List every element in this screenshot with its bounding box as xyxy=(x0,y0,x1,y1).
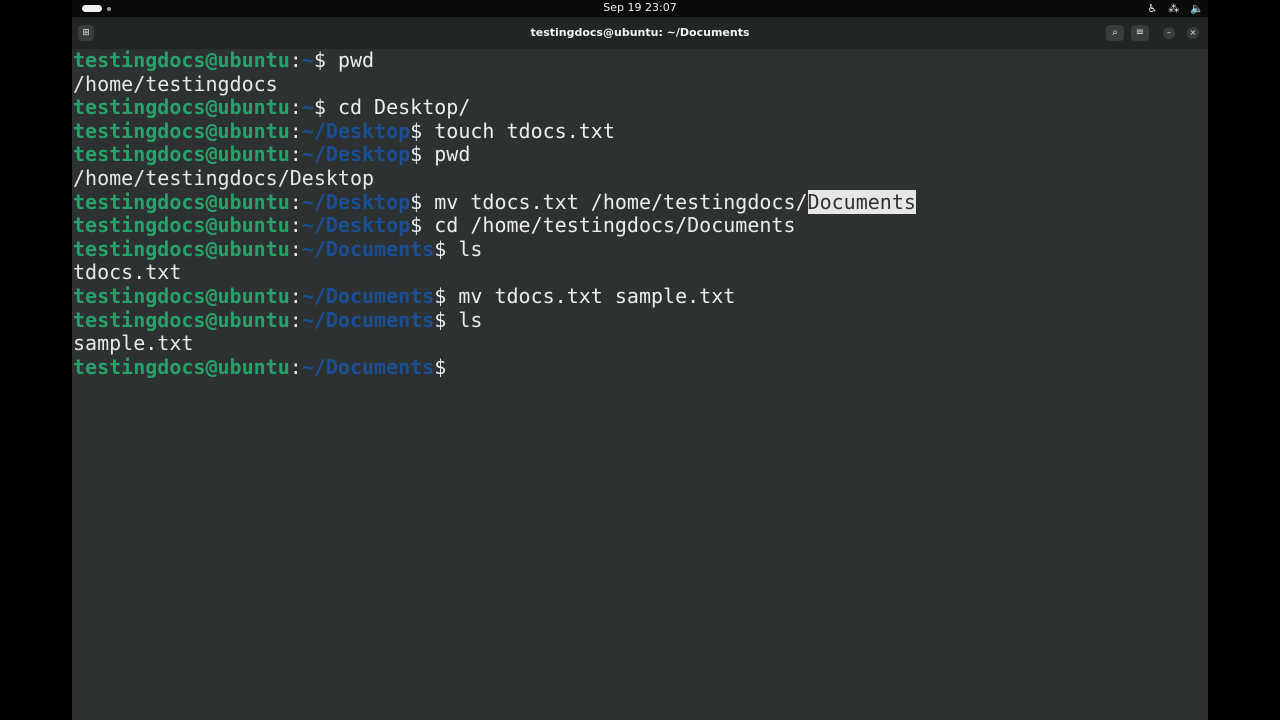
command-text: cd /home/testingdocs/Documents xyxy=(434,213,796,238)
prompt-user: testingdocs@ubuntu xyxy=(73,213,290,238)
prompt-path: ~/Desktop xyxy=(301,189,411,214)
command-text: mv tdocs.txt sample.txt xyxy=(458,283,736,308)
prompt-user: testingdocs@ubuntu xyxy=(73,283,290,308)
output-text: /home/testingdocs xyxy=(73,71,278,96)
prompt-separator: : xyxy=(289,213,302,238)
prompt-separator: : xyxy=(289,48,302,72)
prompt-line: testingdocs@ubuntu:~/Documents$ ls xyxy=(73,236,1203,262)
prompt-user: testingdocs@ubuntu xyxy=(73,236,290,261)
prompt-dollar: $ xyxy=(313,48,338,72)
prompt-path: ~/Desktop xyxy=(301,118,411,143)
minimize-icon[interactable]: – xyxy=(1163,27,1175,39)
network-icon[interactable]: ⁂ xyxy=(1168,2,1179,16)
desktop-screen: Sep 19 23:07 ♿ ⁂ 🔈 ⊞ testingdocs@ubuntu:… xyxy=(72,0,1208,720)
hamburger-menu-icon[interactable]: ≡ xyxy=(1131,25,1149,41)
output-line: sample.txt xyxy=(73,331,1203,356)
clock[interactable]: Sep 19 23:07 xyxy=(72,1,1208,15)
command-text: cd Desktop/ xyxy=(337,95,471,120)
selected-text: Documents xyxy=(807,189,916,214)
prompt-separator: : xyxy=(289,189,302,214)
terminal-titlebar: ⊞ testingdocs@ubuntu: ~/Documents ⌕ ≡ – … xyxy=(72,17,1208,49)
prompt-separator: : xyxy=(289,236,302,261)
prompt-user: testingdocs@ubuntu xyxy=(73,142,290,167)
command-text: pwd xyxy=(337,48,375,72)
prompt-dollar: $ xyxy=(434,283,459,308)
prompt-user: testingdocs@ubuntu xyxy=(73,95,290,120)
prompt-dollar: $ xyxy=(410,213,435,238)
output-line: /home/testingdocs xyxy=(73,71,1203,97)
prompt-dollar: $ xyxy=(410,118,435,143)
prompt-dollar: $ xyxy=(434,354,459,379)
prompt-user: testingdocs@ubuntu xyxy=(73,118,290,143)
prompt-line: testingdocs@ubuntu:~/Desktop$ cd /home/t… xyxy=(73,213,1203,238)
prompt-user: testingdocs@ubuntu xyxy=(73,307,290,332)
prompt-dollar: $ xyxy=(434,236,459,261)
output-text: /home/testingdocs/Desktop xyxy=(73,165,375,190)
accessibility-icon[interactable]: ♿ xyxy=(1147,2,1157,16)
command-text: touch tdocs.txt xyxy=(434,118,615,143)
prompt-line: testingdocs@ubuntu:~/Desktop$ mv tdocs.t… xyxy=(73,189,1203,215)
prompt-path: ~/Desktop xyxy=(301,142,411,167)
prompt-line: testingdocs@ubuntu:~$ pwd xyxy=(73,48,1203,73)
prompt-line: testingdocs@ubuntu:~/Documents$ ls xyxy=(73,307,1203,333)
window-title: testingdocs@ubuntu: ~/Documents xyxy=(530,26,750,39)
prompt-path: ~/Documents xyxy=(301,307,435,332)
prompt-separator: : xyxy=(289,307,302,332)
prompt-separator: : xyxy=(289,118,302,143)
prompt-user: testingdocs@ubuntu xyxy=(73,354,290,379)
prompt-separator: : xyxy=(289,142,302,167)
command-text: ls xyxy=(458,307,483,332)
prompt-path: ~ xyxy=(301,48,314,72)
prompt-line: testingdocs@ubuntu:~/Desktop$ pwd xyxy=(73,143,1203,167)
prompt-dollar: $ xyxy=(313,95,338,120)
search-icon[interactable]: ⌕ xyxy=(1106,25,1124,41)
prompt-line: testingdocs@ubuntu:~$ cd Desktop/ xyxy=(73,95,1203,120)
prompt-separator: : xyxy=(289,95,302,120)
prompt-line: testingdocs@ubuntu:~/Desktop$ touch tdoc… xyxy=(73,118,1203,144)
close-icon[interactable]: × xyxy=(1187,27,1199,39)
prompt-path: ~/Documents xyxy=(301,283,435,308)
prompt-dollar: $ xyxy=(410,142,435,167)
prompt-line: testingdocs@ubuntu:~/Documents$ xyxy=(73,354,1203,380)
prompt-separator: : xyxy=(289,283,302,308)
system-tray[interactable]: ♿ ⁂ 🔈 xyxy=(1147,1,1204,16)
prompt-user: testingdocs@ubuntu xyxy=(73,48,290,72)
prompt-separator: : xyxy=(289,354,302,379)
command-text: ls xyxy=(458,236,483,261)
prompt-path: ~/Desktop xyxy=(301,213,411,238)
prompt-dollar: $ xyxy=(410,189,435,214)
output-text: sample.txt xyxy=(73,331,194,356)
prompt-path: ~ xyxy=(301,95,314,120)
output-line: /home/testingdocs/Desktop xyxy=(73,165,1203,191)
command-text: pwd xyxy=(434,142,471,167)
command-text: mv tdocs.txt /home/testingdocs/ xyxy=(434,189,808,214)
volume-icon[interactable]: 🔈 xyxy=(1190,2,1204,16)
prompt-path: ~/Documents xyxy=(301,354,435,379)
prompt-dollar: $ xyxy=(434,307,459,332)
prompt-line: testingdocs@ubuntu:~/Documents$ mv tdocs… xyxy=(73,283,1203,309)
top-panel: Sep 19 23:07 ♿ ⁂ 🔈 xyxy=(72,0,1208,17)
prompt-path: ~/Documents xyxy=(301,236,435,261)
prompt-user: testingdocs@ubuntu xyxy=(73,189,290,214)
output-text: tdocs.txt xyxy=(73,260,182,285)
output-line: tdocs.txt xyxy=(73,261,1203,285)
terminal-output[interactable]: testingdocs@ubuntu:~$ pwd/home/testingdo… xyxy=(73,48,1203,709)
